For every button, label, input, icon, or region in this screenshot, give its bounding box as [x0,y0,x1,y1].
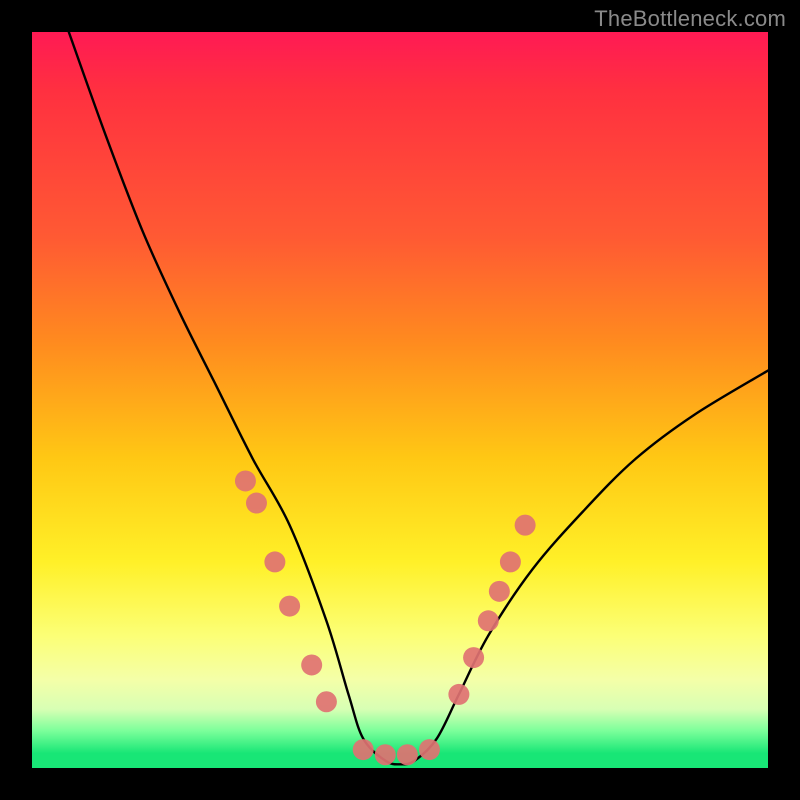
highlight-dot [515,515,536,536]
highlight-dot [353,739,374,760]
watermark-text: TheBottleneck.com [594,6,786,32]
highlight-dot [397,744,418,765]
bottleneck-curve-path [69,32,768,764]
highlight-dot [489,581,510,602]
highlight-dot [419,739,440,760]
plot-area [32,32,768,768]
highlight-dot [463,647,484,668]
highlight-dot [375,744,396,765]
highlight-dot [246,493,267,514]
curve-layer [32,32,768,768]
chart-stage: TheBottleneck.com [0,0,800,800]
highlight-dot [478,610,499,631]
bottleneck-curve [69,32,768,764]
highlight-dot [316,691,337,712]
highlight-dot [500,551,521,572]
highlight-dot [301,654,322,675]
highlight-dot [235,470,256,491]
highlight-dot [448,684,469,705]
highlight-dot [279,596,300,617]
highlight-dots [235,470,536,765]
highlight-dot [264,551,285,572]
